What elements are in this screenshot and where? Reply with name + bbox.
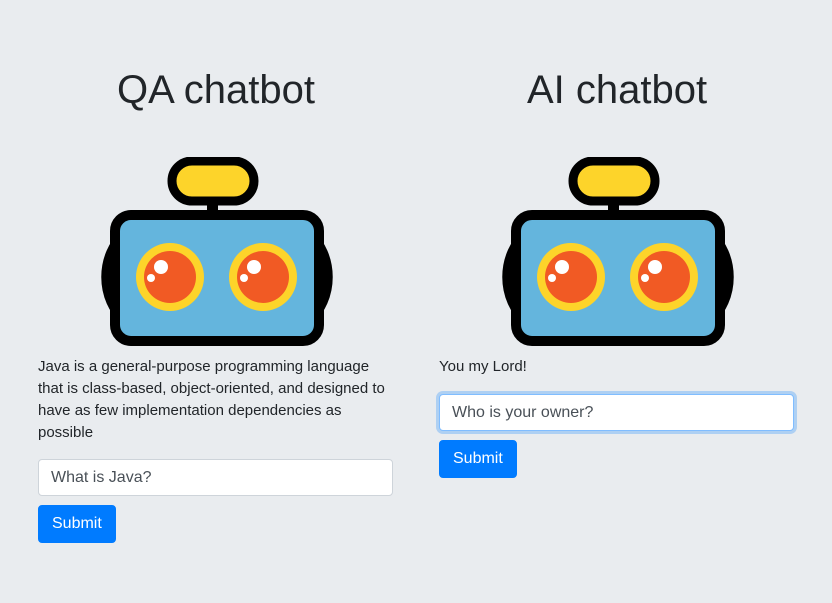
- ai-chatbot-title: AI chatbot: [526, 68, 708, 112]
- robot-icon: [101, 157, 333, 346]
- robot-icon: [502, 157, 734, 346]
- ai-question-input[interactable]: [439, 394, 794, 431]
- ai-chatbot-answer: You my Lord!: [439, 358, 527, 375]
- qa-chatbot-answer: Java is a general-purpose programming la…: [38, 358, 385, 441]
- qa-chatbot-title: QA chatbot: [117, 68, 315, 112]
- qa-question-input[interactable]: [38, 459, 393, 496]
- qa-submit-button[interactable]: Submit: [38, 505, 116, 543]
- ai-submit-button[interactable]: Submit: [439, 440, 517, 478]
